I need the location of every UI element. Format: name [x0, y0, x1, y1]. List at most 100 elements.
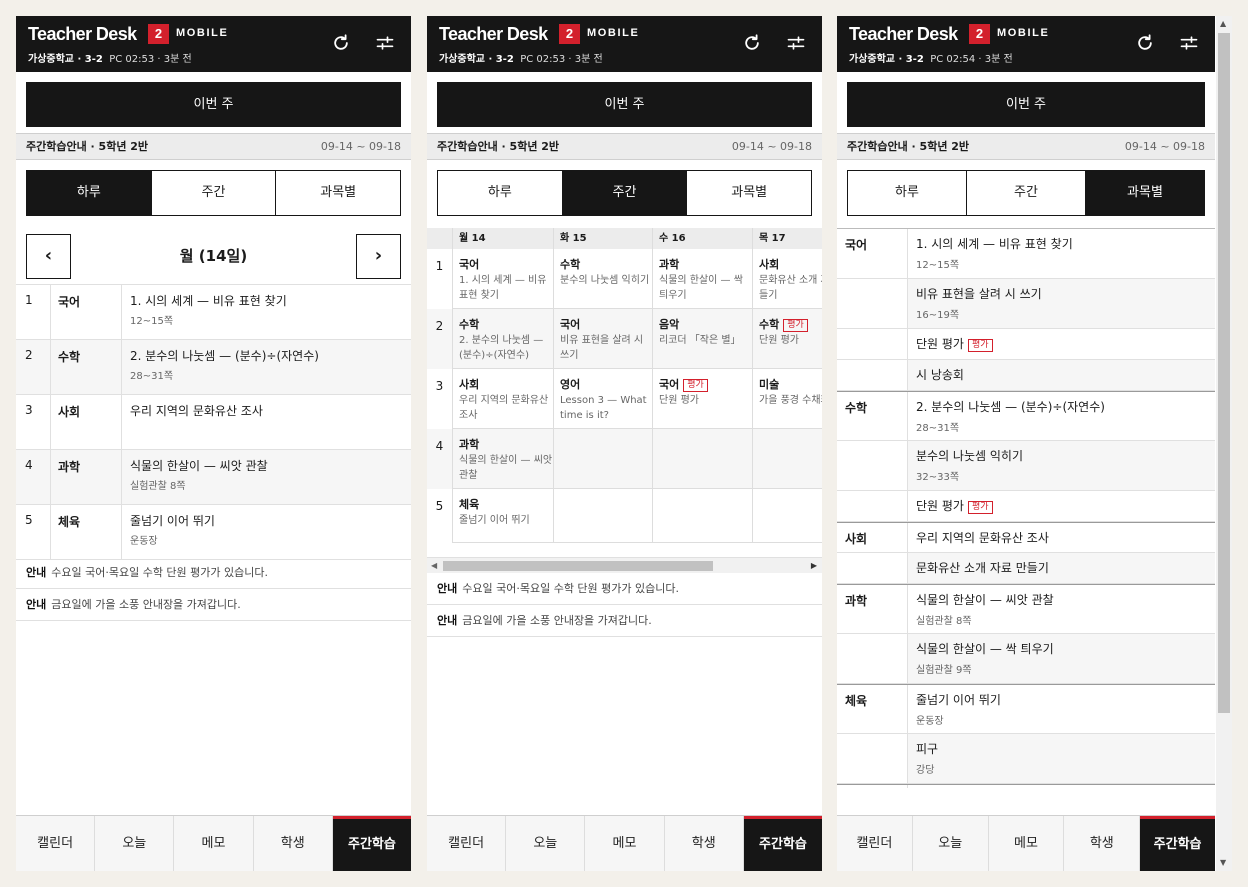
grid-cell[interactable] — [753, 429, 822, 489]
tab-week[interactable]: 주간 — [562, 171, 688, 215]
subject-item-row[interactable]: 단원 평가 평가 — [837, 491, 1215, 522]
day-period-row[interactable]: 2 수학 2. 분수의 나눗셈 — (분수)÷(자연수) 28~31쪽 — [16, 340, 411, 395]
tab-weekly-study[interactable]: 주간학습 — [743, 816, 822, 871]
tab-today[interactable]: 오늘 — [95, 816, 175, 871]
refresh-icon[interactable] — [1135, 33, 1155, 53]
horizontal-scrollbar[interactable]: ◀ ▶ — [427, 557, 822, 573]
tab-students[interactable]: 학생 — [1064, 816, 1141, 871]
grid-cell[interactable]: 과학 식물의 한살이 — 싹 틔우기 — [653, 249, 753, 309]
sliders-icon[interactable] — [1179, 33, 1199, 53]
grid-cell[interactable]: 수학 2. 분수의 나눗셈 — (분수)÷(자연수) — [453, 309, 554, 369]
period-number: 4 — [16, 450, 51, 504]
next-day-button[interactable]: › — [356, 234, 401, 279]
this-week-button[interactable]: 이번 주 — [26, 82, 401, 127]
tab-subject[interactable]: 과목별 — [687, 171, 812, 215]
prev-day-button[interactable]: ‹ — [26, 234, 71, 279]
subject-item-row[interactable]: 영어Lesson 3 — What time is it? — [837, 784, 1215, 788]
grid-cell[interactable]: 미술가을 풍경 수채화 — [753, 369, 822, 429]
subject-item-body: 비유 표현을 살려 시 쓰기 16~19쪽 — [907, 279, 1215, 328]
scroll-up-arrow-icon[interactable]: ▲ — [1220, 19, 1226, 28]
subject-item-row[interactable]: 사회 우리 지역의 문화유산 조사 — [837, 522, 1215, 553]
subject-item-row[interactable]: 과학 식물의 한살이 — 씨앗 관찰 실험관찰 8쪽 — [837, 584, 1215, 634]
subject-item-row[interactable]: 체육 줄넘기 이어 뛰기 운동장 — [837, 684, 1215, 734]
grid-cell[interactable]: 사회 우리 지역의 문화유산 조사 — [453, 369, 554, 429]
tab-weekly-study[interactable]: 주간학습 — [332, 816, 411, 871]
this-week-button[interactable]: 이번 주 — [847, 82, 1205, 127]
day-period-row[interactable]: 3 사회 우리 지역의 문화유산 조사 — [16, 395, 411, 450]
tab-students[interactable]: 학생 — [665, 816, 744, 871]
grid-cell[interactable]: 수학 분수의 나눗셈 익히기 — [554, 249, 653, 309]
scroll-left-arrow-icon[interactable]: ◀ — [431, 561, 437, 570]
grid-cell-subject-name: 과학 — [659, 258, 680, 271]
tab-subject[interactable]: 과목별 — [1086, 171, 1204, 215]
grid-period-number: 2 — [427, 309, 453, 369]
grid-cell[interactable] — [653, 429, 753, 489]
mode-label: MOBILE — [997, 27, 1050, 39]
grid-cell[interactable] — [554, 489, 653, 543]
tab-calendar[interactable]: 캘린더 — [427, 816, 507, 871]
scroll-right-arrow-icon[interactable]: ▶ — [811, 561, 817, 570]
grid-cell[interactable]: 사회문화유산 소개 자료 만들기 — [753, 249, 822, 309]
scrollbar-thumb[interactable] — [443, 561, 713, 571]
tab-memo[interactable]: 메모 — [585, 816, 665, 871]
tab-week[interactable]: 주간 — [151, 171, 277, 215]
subject-item-body: 우리 지역의 문화유산 조사 — [907, 523, 1215, 552]
sliders-icon[interactable] — [786, 33, 806, 53]
subject-item-row[interactable]: 분수의 나눗셈 익히기 32~33쪽 — [837, 441, 1215, 491]
refresh-icon[interactable] — [331, 33, 351, 53]
tab-calendar[interactable]: 캘린더 — [16, 816, 96, 871]
grid-cell[interactable]: 과학 식물의 한살이 — 씨앗 관찰 — [453, 429, 554, 489]
notice-text: 수요일 국어·목요일 수학 단원 평가가 있습니다. — [462, 582, 680, 595]
grid-cell[interactable]: 국어 1. 시의 세계 — 비유 표현 찾기 — [453, 249, 554, 309]
subject-item-row[interactable]: 국어 1. 시의 세계 — 비유 표현 찾기 12~15쪽 — [837, 229, 1215, 279]
subject-item-body: 문화유산 소개 자료 만들기 — [907, 553, 1215, 583]
grid-cell[interactable]: 국어 비유 표현을 살려 시 쓰기 — [554, 309, 653, 369]
tab-week[interactable]: 주간 — [967, 171, 1086, 215]
subject-item-row[interactable]: 시 낭송회 — [837, 360, 1215, 391]
scroll-down-arrow-icon[interactable]: ▼ — [1220, 858, 1226, 867]
sliders-icon[interactable] — [375, 33, 395, 53]
grid-cell[interactable] — [653, 489, 753, 543]
tab-subject[interactable]: 과목별 — [276, 171, 401, 215]
subject-item-body: 분수의 나눗셈 익히기 32~33쪽 — [907, 441, 1215, 490]
tab-today[interactable]: 오늘 — [506, 816, 586, 871]
brand-badge: 2 — [148, 24, 169, 44]
vertical-scrollbar[interactable]: ▲ ▼ — [1216, 16, 1232, 871]
grid-cell[interactable]: 수학 평가 단원 평가 — [753, 309, 822, 369]
tab-day[interactable]: 하루 — [848, 171, 967, 215]
subject-item-row[interactable]: 피구 강당 — [837, 734, 1215, 784]
tab-day[interactable]: 하루 — [27, 171, 152, 215]
scrollbar-thumb[interactable] — [1218, 33, 1230, 713]
refresh-icon[interactable] — [742, 33, 762, 53]
grid-cell[interactable] — [554, 429, 653, 489]
tab-day[interactable]: 하루 — [438, 171, 563, 215]
week-timetable[interactable]: 월 14 화 15 수 16 목 17 1 국어 1. 시의 세계 — 비유 표현 찾기 수학… — [427, 228, 822, 573]
tab-weekly-study[interactable]: 주간학습 — [1140, 816, 1215, 871]
grid-cell[interactable]: 체육 줄넘기 이어 뛰기 — [453, 489, 554, 543]
grid-cell[interactable]: 영어 Lesson 3 — What time is it? — [554, 369, 653, 429]
header-subtitle: 가상중학교 · 3-2 PC 02:53 · 3분 전 — [439, 50, 603, 65]
subject-item-row[interactable]: 식물의 한살이 — 싹 틔우기 실험관찰 9쪽 — [837, 634, 1215, 684]
subject-name: 과학 — [51, 450, 122, 504]
grid-cell[interactable] — [753, 489, 822, 543]
tab-students[interactable]: 학생 — [254, 816, 333, 871]
subject-item-body: 1. 시의 세계 — 비유 표현 찾기 12~15쪽 — [907, 229, 1215, 278]
grid-cell[interactable]: 국어 평가 단원 평가 — [653, 369, 753, 429]
subject-item-line: 1. 시의 세계 — 비유 표현 찾기 — [916, 235, 1215, 252]
subject-item-line: 식물의 한살이 — 씨앗 관찰 — [916, 591, 1215, 608]
day-period-row[interactable]: 1 국어 1. 시의 세계 — 비유 표현 찾기 12~15쪽 — [16, 285, 411, 340]
subject-item-row[interactable]: 단원 평가 평가 — [837, 329, 1215, 360]
this-week-button[interactable]: 이번 주 — [437, 82, 812, 127]
tab-memo[interactable]: 메모 — [989, 816, 1065, 871]
period-number: 1 — [16, 285, 51, 339]
subject-item-row[interactable]: 문화유산 소개 자료 만들기 — [837, 553, 1215, 584]
subject-item-row[interactable]: 수학 2. 분수의 나눗셈 — (분수)÷(자연수) 28~31쪽 — [837, 391, 1215, 441]
grid-cell[interactable]: 음악 리코더 「작은 별」 — [653, 309, 753, 369]
grid-cell-topic: 식물의 한살이 — 씨앗 관찰 — [459, 455, 553, 481]
day-period-row[interactable]: 4 과학 식물의 한살이 — 씨앗 관찰 실험관찰 8쪽 — [16, 450, 411, 505]
tab-today[interactable]: 오늘 — [913, 816, 989, 871]
day-period-row[interactable]: 5 체육 줄넘기 이어 뛰기 운동장 — [16, 505, 411, 560]
tab-memo[interactable]: 메모 — [174, 816, 254, 871]
tab-calendar[interactable]: 캘린더 — [837, 816, 913, 871]
subject-item-row[interactable]: 비유 표현을 살려 시 쓰기 16~19쪽 — [837, 279, 1215, 329]
